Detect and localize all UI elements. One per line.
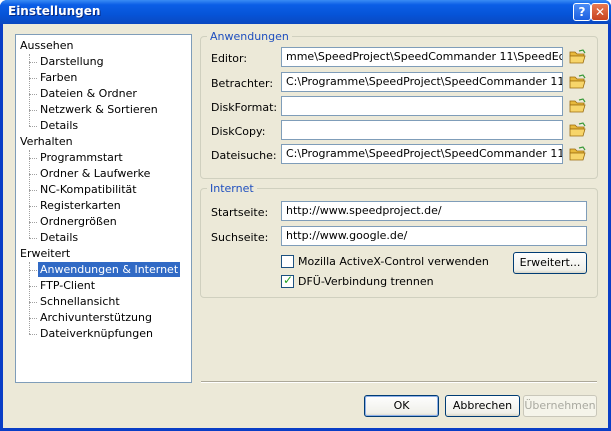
tree-item[interactable]: Dateiverknüpfungen	[40, 326, 153, 341]
tree-connector	[29, 174, 37, 175]
tree-connector	[29, 222, 37, 223]
anwendungen-path-field[interactable]	[281, 96, 563, 116]
tree-item[interactable]: Netzwerk & Sortieren	[40, 102, 158, 117]
folder-open-icon[interactable]	[569, 74, 587, 90]
tree-section-1[interactable]: Verhalten	[20, 134, 73, 149]
tree-connector	[29, 78, 37, 79]
folder-open-icon[interactable]	[569, 146, 587, 162]
startseite-field[interactable]: http://www.speedproject.de/	[281, 201, 587, 221]
tree-connector	[29, 190, 37, 191]
window-title: Einstellungen	[8, 4, 101, 18]
help-button[interactable]: ?	[573, 3, 591, 21]
tree-connector	[29, 110, 37, 111]
tree-item[interactable]: Details	[40, 118, 78, 133]
tree-connector	[29, 62, 37, 63]
settings-tree[interactable]: Aussehen Darstellung Farben Dateien & Ordne…	[15, 34, 192, 383]
tree-item[interactable]: Anwendungen & Internet	[38, 262, 181, 277]
tree-connector	[29, 302, 37, 303]
anwendungen-label: Editor:	[211, 52, 248, 65]
activex-checkbox[interactable]	[281, 255, 294, 268]
cancel-button[interactable]: Abbrechen	[445, 395, 520, 417]
tree-connector	[29, 150, 30, 238]
dfue-checkbox[interactable]	[281, 273, 294, 288]
suchseite-field[interactable]: http://www.google.de/	[281, 226, 587, 246]
close-button[interactable]: ✕	[591, 3, 609, 21]
internet-group-title: Internet	[207, 182, 257, 195]
tree-section-2[interactable]: Erweitert	[20, 246, 70, 261]
folder-open-icon[interactable]	[569, 49, 587, 65]
title-bar[interactable]: Einstellungen ? ✕	[0, 0, 611, 24]
anwendungen-path-field[interactable]: mme\SpeedProject\SpeedCommander 11\Speed…	[281, 47, 563, 67]
tree-connector	[29, 238, 37, 239]
tree-item[interactable]: Programmstart	[40, 150, 123, 165]
tree-connector	[29, 94, 37, 95]
tree-item[interactable]: Farben	[40, 70, 77, 85]
tree-item[interactable]: Darstellung	[40, 54, 104, 69]
dialog-client-area: Aussehen Darstellung Farben Dateien & Ordne…	[3, 24, 608, 428]
tree-connector	[29, 334, 37, 335]
tree-connector	[29, 286, 37, 287]
tree-item[interactable]: Dateien & Ordner	[40, 86, 137, 101]
anwendungen-path-field[interactable]: C:\Programme\SpeedProject\SpeedCommander…	[281, 144, 563, 164]
tree-connector	[29, 270, 37, 271]
tree-connector	[29, 158, 37, 159]
tree-item[interactable]: FTP-Client	[40, 278, 95, 293]
anwendungen-label: Dateisuche:	[211, 149, 277, 162]
tree-item[interactable]: NC-Kompatibilität	[40, 182, 137, 197]
settings-window: Einstellungen ? ✕ Aussehen Darstellung Far…	[0, 0, 611, 431]
tree-item[interactable]: Ordner & Laufwerke	[40, 166, 150, 181]
anwendungen-label: DiskFormat:	[211, 101, 278, 114]
tree-item[interactable]: Details	[40, 230, 78, 245]
ok-button[interactable]: OK	[364, 395, 439, 417]
tree-item[interactable]: Registerkarten	[40, 198, 121, 213]
anwendungen-group-title: Anwendungen	[207, 30, 292, 43]
tree-item[interactable]: Ordnergrößen	[40, 214, 117, 229]
folder-open-icon[interactable]	[569, 122, 587, 138]
anwendungen-path-field[interactable]: C:\Programme\SpeedProject\SpeedCommander…	[281, 72, 563, 92]
startseite-label: Startseite:	[211, 206, 269, 219]
tree-connector	[29, 126, 37, 127]
apply-button[interactable]: Übernehmen	[523, 395, 597, 417]
tree-item[interactable]: Archivunterstützung	[40, 310, 152, 325]
activex-label[interactable]: Mozilla ActiveX-Control verwenden	[298, 255, 489, 268]
separator-line	[201, 381, 597, 383]
erweitert-button[interactable]: Erweitert...	[513, 252, 587, 274]
tree-connector	[29, 318, 37, 319]
tree-connector	[29, 206, 37, 207]
anwendungen-path-field[interactable]	[281, 120, 563, 140]
anwendungen-label: DiskCopy:	[211, 125, 266, 138]
folder-open-icon[interactable]	[569, 98, 587, 114]
dfue-label[interactable]: DFÜ-Verbindung trennen	[298, 275, 434, 288]
tree-section-0[interactable]: Aussehen	[20, 38, 73, 53]
anwendungen-label: Betrachter:	[211, 77, 274, 90]
tree-connector	[29, 262, 30, 334]
tree-item[interactable]: Schnellansicht	[40, 294, 120, 309]
suchseite-label: Suchseite:	[211, 231, 269, 244]
tree-connector	[29, 54, 30, 126]
